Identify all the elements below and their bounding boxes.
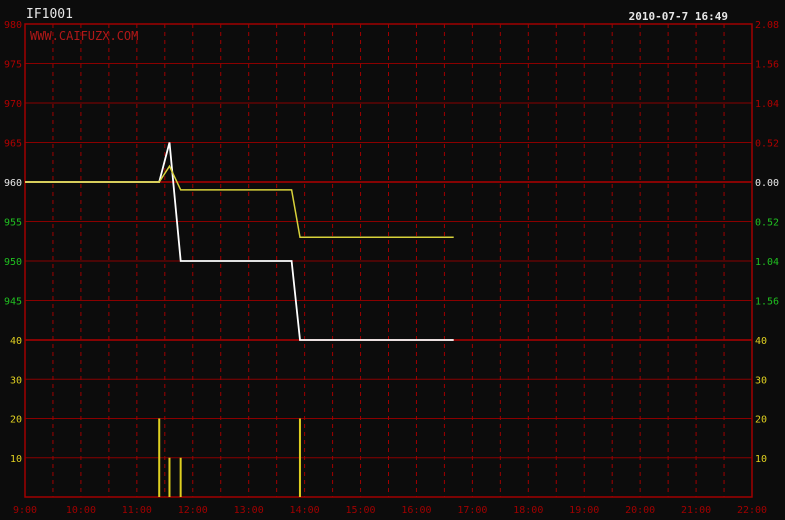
price-axis-left-label: 970 (4, 99, 22, 110)
time-axis-label: 20:00 (625, 505, 655, 516)
price-axis-right-label: 1.04 (755, 99, 779, 110)
volume-axis-right-label: 10 (755, 454, 767, 465)
intraday-chart: 980 975 970 965 960 955 950 945 2.08 1.56 1.04 0.52… (0, 0, 785, 520)
time-axis-label: 17:00 (457, 505, 487, 516)
price-axis-left-label: 980 (4, 20, 22, 31)
price-axis-right-label: 0.00 (755, 178, 779, 189)
price-axis-right-label: 2.08 (755, 20, 779, 31)
price-axis-left-label: 965 (4, 139, 22, 150)
time-axis-label: 21:00 (681, 505, 711, 516)
price-axis-left-label: 975 (4, 60, 22, 71)
chart-background (0, 0, 785, 520)
volume-axis-right-label: 30 (755, 375, 767, 386)
symbol-title: IF1001 (26, 7, 73, 22)
watermark-text: WWW.CAIFUZX.COM (30, 29, 138, 43)
time-axis-label: 9:00 (13, 505, 37, 516)
price-axis-right-label: 1.56 (755, 60, 779, 71)
time-axis-label: 18:00 (513, 505, 543, 516)
volume-axis-right-label: 40 (755, 336, 767, 347)
price-axis-right-label: 0.52 (755, 139, 779, 150)
time-axis-label: 13:00 (234, 505, 264, 516)
price-axis-left-label: 960 (4, 178, 22, 189)
time-axis-label: 14:00 (290, 505, 320, 516)
volume-axis-left-label: 20 (10, 415, 22, 426)
time-axis-label: 12:00 (178, 505, 208, 516)
time-axis-label: 19:00 (569, 505, 599, 516)
price-axis-right-label: 1.56 (755, 297, 779, 308)
price-axis-left-label: 950 (4, 257, 22, 268)
volume-axis-right-label: 20 (755, 415, 767, 426)
time-axis-label: 15:00 (345, 505, 375, 516)
price-axis-right-label: 1.04 (755, 257, 779, 268)
price-axis-left-label: 945 (4, 297, 22, 308)
time-axis-label: 11:00 (122, 505, 152, 516)
time-axis-label: 10:00 (66, 505, 96, 516)
volume-axis-left-label: 30 (10, 375, 22, 386)
time-axis-label: 16:00 (401, 505, 431, 516)
price-axis-right-label: 0.52 (755, 218, 779, 229)
datetime-stamp: 2010-07-7 16:49 (629, 10, 728, 23)
volume-axis-left-label: 10 (10, 454, 22, 465)
time-axis-label: 22:00 (737, 505, 767, 516)
volume-axis-left-label: 40 (10, 336, 22, 347)
price-axis-left-label: 955 (4, 218, 22, 229)
